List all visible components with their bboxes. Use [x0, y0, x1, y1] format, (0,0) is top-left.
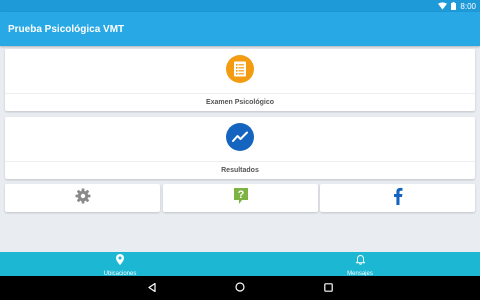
- home-button[interactable]: [234, 282, 246, 294]
- help-button[interactable]: ?: [163, 184, 318, 212]
- nav-mensajes[interactable]: Mensajes: [300, 252, 420, 277]
- status-icons: 8:00: [438, 0, 476, 12]
- exam-card-label: Examen Psicológico: [205, 99, 275, 106]
- recent-apps-button[interactable]: [322, 282, 334, 294]
- svg-text:?: ?: [237, 189, 244, 201]
- back-button[interactable]: [146, 282, 158, 294]
- status-bar: 8:00: [0, 0, 480, 12]
- trending-chart-icon: [226, 123, 254, 151]
- status-time: 8:00: [460, 1, 476, 11]
- facebook-button[interactable]: [320, 184, 475, 212]
- results-card-label: Resultados: [221, 167, 259, 174]
- home-circle-icon: [235, 279, 245, 297]
- settings-button[interactable]: [5, 184, 160, 212]
- back-triangle-icon: [148, 279, 156, 297]
- nav-ubicaciones[interactable]: Ubicaciones: [60, 252, 180, 277]
- gear-icon: [75, 188, 91, 209]
- help-question-icon: ?: [233, 187, 249, 210]
- results-card[interactable]: Resultados: [5, 117, 475, 179]
- location-pin-icon: [116, 252, 124, 270]
- document-list-icon: [226, 55, 254, 83]
- app-bar: Prueba Psicológica VMT: [0, 12, 480, 46]
- app-title: Prueba Psicológica VMT: [8, 23, 125, 35]
- battery-icon: [451, 2, 457, 10]
- bottom-nav: Ubicaciones Mensajes: [0, 252, 480, 277]
- exam-card[interactable]: Examen Psicológico: [5, 49, 475, 111]
- system-nav-bar: [0, 276, 480, 300]
- wifi-icon: [438, 2, 448, 10]
- facebook-icon: [393, 187, 403, 210]
- recent-square-icon: [323, 279, 333, 297]
- bell-icon: [354, 252, 366, 270]
